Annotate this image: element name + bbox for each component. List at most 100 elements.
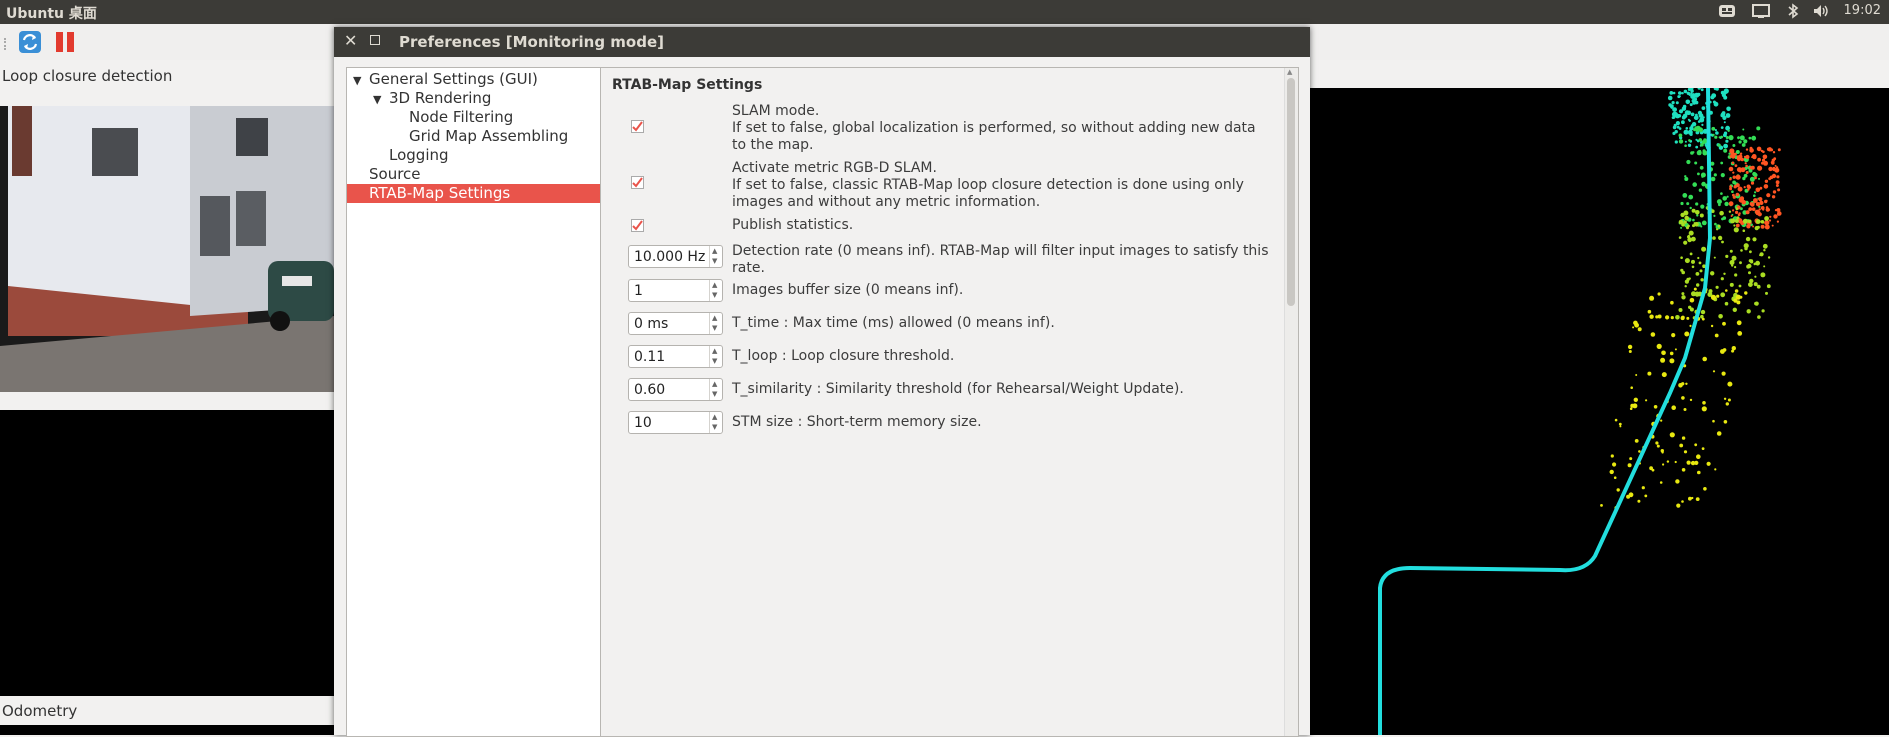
- cloud-point: [1680, 226, 1683, 229]
- dialog-titlebar[interactable]: ✕ Preferences [Monitoring mode]: [334, 27, 1310, 57]
- t-time-spinbox[interactable]: 0 ms ▲ ▼: [628, 312, 723, 335]
- cloud-point: [1753, 282, 1758, 287]
- cloud-point: [1671, 333, 1676, 338]
- cloud-point: [1700, 88, 1704, 92]
- buffer-size-label: Images buffer size (0 means inf).: [732, 282, 964, 298]
- buffer-size-value[interactable]: 1: [634, 283, 643, 299]
- stm-size-spinbox[interactable]: 10 ▲ ▼: [628, 411, 723, 434]
- spin-arrows[interactable]: ▲ ▼: [709, 379, 722, 400]
- expand-arrow-icon[interactable]: ▼: [353, 71, 363, 90]
- t-loop-value[interactable]: 0.11: [634, 349, 665, 365]
- tree-item-general-settings[interactable]: ▼ General Settings (GUI): [353, 70, 538, 89]
- expand-arrow-icon[interactable]: ▼: [373, 90, 383, 109]
- spin-up-icon[interactable]: ▲: [712, 247, 717, 255]
- tree-item-logging[interactable]: Logging: [389, 146, 449, 165]
- spin-down-icon[interactable]: ▼: [712, 357, 717, 365]
- spin-up-icon[interactable]: ▲: [712, 413, 717, 421]
- cloud-point: [1627, 463, 1632, 468]
- cloud-point: [1704, 143, 1707, 147]
- cloud-point: [1730, 215, 1733, 217]
- maximize-icon[interactable]: [370, 35, 380, 45]
- spin-arrows[interactable]: ▲ ▼: [709, 346, 722, 367]
- network-icon[interactable]: [1752, 3, 1770, 19]
- bluetooth-icon[interactable]: [1784, 3, 1802, 19]
- slam-mode-description: SLAM mode. If set to false, global local…: [732, 103, 1256, 153]
- buffer-size-spinbox[interactable]: 1 ▲ ▼: [628, 279, 723, 302]
- metric-slam-checkbox[interactable]: [631, 176, 644, 189]
- cloud-point: [1684, 331, 1690, 337]
- cloud-point: [1674, 460, 1677, 464]
- cloud-point: [1669, 432, 1675, 438]
- cloud-point: [1749, 250, 1752, 254]
- tree-item-node-filtering[interactable]: Node Filtering: [409, 108, 513, 127]
- tree-item-rtabmap-settings[interactable]: RTAB-Map Settings: [347, 184, 601, 203]
- tree-item-grid-map-assembling[interactable]: Grid Map Assembling: [409, 127, 568, 146]
- tree-item-3d-rendering[interactable]: ▼ 3D Rendering: [373, 89, 491, 108]
- spin-down-icon[interactable]: ▼: [712, 423, 717, 431]
- spin-down-icon[interactable]: ▼: [712, 390, 717, 398]
- refresh-icon[interactable]: [18, 30, 42, 54]
- cloud-point: [1635, 374, 1638, 376]
- toolbar-grip[interactable]: [4, 38, 8, 50]
- spin-down-icon[interactable]: ▼: [712, 324, 717, 332]
- cloud-point: [1686, 110, 1691, 116]
- cloud-point: [1614, 418, 1618, 422]
- t-loop-spinbox[interactable]: 0.11 ▲ ▼: [628, 345, 723, 368]
- cloud-point: [1633, 320, 1638, 326]
- spin-up-icon[interactable]: ▲: [712, 314, 717, 322]
- settings-tree[interactable]: ▼ General Settings (GUI) ▼ 3D Rendering No…: [346, 67, 601, 737]
- cloud-point: [1760, 220, 1765, 224]
- t-loop-label: T_loop : Loop closure threshold.: [732, 348, 955, 364]
- publish-statistics-checkbox[interactable]: [631, 219, 644, 232]
- spin-up-icon[interactable]: ▲: [712, 347, 717, 355]
- t-similarity-value[interactable]: 0.60: [634, 382, 665, 398]
- spin-up-icon[interactable]: ▲: [712, 380, 717, 388]
- clock[interactable]: 19:02: [1844, 3, 1881, 18]
- pause-icon[interactable]: [54, 30, 76, 54]
- cloud-point: [1632, 326, 1635, 329]
- close-icon[interactable]: ✕: [344, 31, 357, 50]
- t-similarity-spinbox[interactable]: 0.60 ▲ ▼: [628, 378, 723, 401]
- keyboard-icon[interactable]: [1718, 3, 1736, 19]
- spin-down-icon[interactable]: ▼: [712, 257, 717, 265]
- detection-rate-spinbox[interactable]: 10.000 Hz ▲ ▼: [628, 245, 723, 268]
- cloud-point: [1678, 127, 1682, 130]
- cloud-point: [1708, 289, 1713, 294]
- tree-item-source[interactable]: Source: [369, 165, 421, 184]
- spin-arrows[interactable]: ▲ ▼: [709, 412, 722, 433]
- cloud-point: [1656, 444, 1660, 448]
- cloud-point: [1762, 243, 1768, 249]
- cloud-point: [1723, 121, 1726, 124]
- cloud-point: [1690, 89, 1694, 93]
- cloud-point: [1702, 183, 1705, 187]
- cloud-point: [1662, 463, 1665, 466]
- spin-arrows[interactable]: ▲ ▼: [709, 280, 722, 301]
- spin-arrows[interactable]: ▲ ▼: [709, 246, 722, 267]
- cloud-point: [1720, 126, 1724, 129]
- cloud-point: [1755, 260, 1760, 266]
- cloud-point: [1690, 112, 1695, 117]
- t-time-value[interactable]: 0 ms: [634, 316, 668, 332]
- cloud-point: [1657, 292, 1661, 296]
- cloud-point: [1740, 167, 1746, 173]
- cloud-point: [1771, 158, 1775, 162]
- stm-size-value[interactable]: 10: [634, 415, 652, 431]
- volume-icon[interactable]: [1812, 3, 1830, 19]
- detection-rate-value[interactable]: 10.000 Hz: [634, 249, 705, 265]
- cloud-point: [1671, 111, 1678, 117]
- cloud-point: [1735, 210, 1739, 214]
- scroll-up-icon[interactable]: ▲: [1287, 68, 1292, 76]
- cloud-point: [1732, 171, 1735, 174]
- cloud-point: [1672, 91, 1676, 95]
- spin-up-icon[interactable]: ▲: [712, 281, 717, 289]
- cloud-point: [1699, 213, 1704, 218]
- scrollbar-thumb[interactable]: [1287, 78, 1295, 306]
- cloud-point: [1684, 279, 1689, 284]
- cloud-point: [1645, 399, 1648, 402]
- cloud-point: [1699, 117, 1705, 123]
- point-cloud: [1600, 88, 1782, 510]
- spin-arrows[interactable]: ▲ ▼: [709, 313, 722, 334]
- map-3d-view[interactable]: [1310, 88, 1889, 735]
- spin-down-icon[interactable]: ▼: [712, 291, 717, 299]
- slam-mode-checkbox[interactable]: [631, 120, 644, 133]
